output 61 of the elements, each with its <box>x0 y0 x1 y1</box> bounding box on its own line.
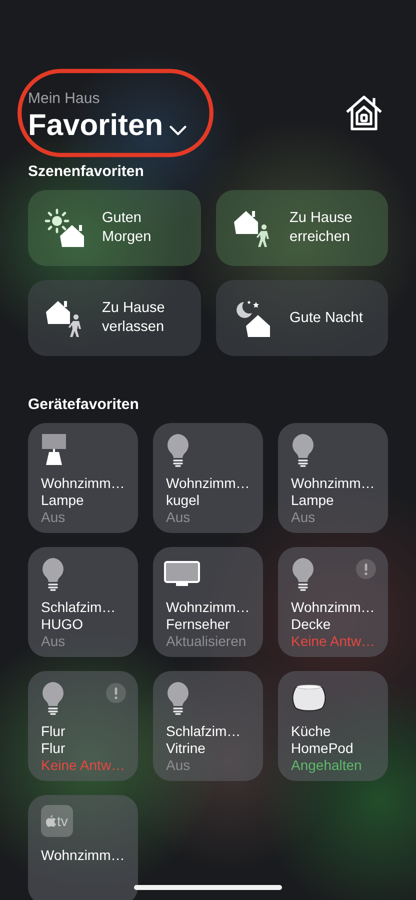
scene-label: Zu Hause erreichen <box>290 209 354 247</box>
device-room: Wohnzimm… <box>41 475 125 492</box>
chevron-down-icon <box>169 124 188 136</box>
light-bulb-icon <box>291 433 315 467</box>
device-name: Flur <box>41 740 66 757</box>
scene-tile[interactable]: Guten Morgen <box>28 190 200 266</box>
scene-label: Guten Morgen <box>102 209 152 247</box>
scene-label: Gute Nacht <box>290 308 363 328</box>
tv-box-icon: tv <box>41 805 73 837</box>
table-lamp-icon <box>41 433 67 467</box>
device-room: Schlafzim… <box>41 599 116 616</box>
scene-tile[interactable]: Zu Hause verlassen <box>28 280 200 356</box>
device-tile[interactable]: Wohnzimm… Decke Keine Antw… <box>278 547 388 657</box>
device-name: Vitrine <box>166 740 206 757</box>
device-name: Lampe <box>41 492 84 509</box>
device-name: kugel <box>166 492 200 509</box>
device-status: Aus <box>291 509 316 526</box>
device-tile[interactable]: tv Wohnzimm… <box>28 795 138 900</box>
light-bulb-icon <box>166 433 190 467</box>
device-room: Wohnzimm… <box>291 599 375 616</box>
device-room: Wohnzimm… <box>41 847 125 864</box>
favorites-dropdown[interactable]: Favoriten <box>28 109 188 143</box>
device-tile[interactable]: Küche HomePod Angehalten <box>278 671 388 781</box>
device-status: Aus <box>41 633 66 650</box>
device-room: Flur <box>41 723 66 740</box>
device-name: Fernseher <box>166 616 230 633</box>
scene-label: Zu Hause verlassen <box>102 299 166 337</box>
home-name: Mein Haus <box>28 90 100 107</box>
device-tile[interactable]: Wohnzimm… kugel Aus <box>153 423 263 533</box>
light-bulb-icon <box>291 557 315 591</box>
tv-icon <box>164 561 200 587</box>
device-status: Keine Antw… <box>41 757 126 774</box>
device-tile[interactable]: Wohnzimm… Fernseher Aktualisieren <box>153 547 263 657</box>
scene-tile[interactable]: Zu Hause erreichen <box>216 190 388 266</box>
device-room: Schlafzim… <box>166 723 241 740</box>
device-status: Aus <box>166 509 190 526</box>
device-status: Angehalten <box>291 757 362 774</box>
device-name: HomePod <box>291 740 354 757</box>
scene-tile[interactable]: Gute Nacht <box>216 280 388 356</box>
device-status: Aus <box>166 757 190 774</box>
light-bulb-icon <box>41 681 65 715</box>
light-bulb-icon <box>166 681 190 715</box>
device-name: HUGO <box>41 616 83 633</box>
device-room: Wohnzimm… <box>166 599 250 616</box>
device-status: Aktualisieren <box>166 633 246 650</box>
device-status: Aus <box>41 509 66 526</box>
section-title: Szenenfavoriten <box>28 163 144 180</box>
device-status: Keine Antw… <box>291 633 376 650</box>
device-tile[interactable]: Schlafzim… Vitrine Aus <box>153 671 263 781</box>
light-bulb-icon <box>41 557 65 591</box>
device-name: Decke <box>291 616 331 633</box>
device-tile[interactable]: Wohnzimm… Lampe Aus <box>278 423 388 533</box>
device-room: Wohnzimm… <box>291 475 375 492</box>
device-tile[interactable]: Flur Flur Keine Antw… <box>28 671 138 781</box>
home-icon[interactable] <box>344 93 384 133</box>
device-name: Lampe <box>291 492 334 509</box>
device-tile[interactable]: Schlafzim… HUGO Aus <box>28 547 138 657</box>
section-title: Gerätefavoriten <box>28 396 139 413</box>
device-tile[interactable]: Wohnzimm… Lampe Aus <box>28 423 138 533</box>
device-room: Wohnzimm… <box>166 475 250 492</box>
device-room: Küche <box>291 723 331 740</box>
